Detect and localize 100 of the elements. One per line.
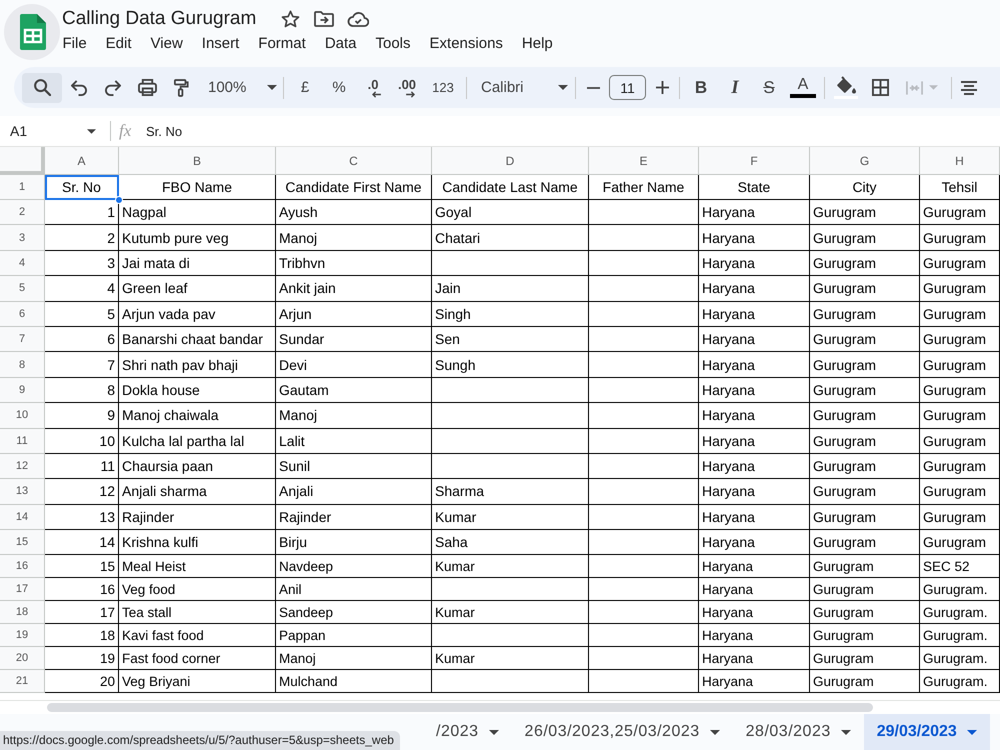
table-cell: Gurugram	[920, 225, 1000, 251]
menu-item[interactable]: Data	[315, 34, 366, 54]
table-cell: Gurugram	[810, 647, 920, 670]
row-number[interactable]: 7	[0, 326, 45, 352]
row-number[interactable]: 11	[0, 428, 45, 454]
row-number[interactable]: 20	[0, 647, 45, 670]
row-number[interactable]: 4	[0, 250, 45, 276]
table-cell: Gurugram	[810, 601, 920, 624]
table-cell: 11	[45, 454, 119, 480]
row-number[interactable]: 14	[0, 504, 45, 530]
table-cell: 19	[45, 647, 119, 670]
table-cell: Goyal	[432, 200, 589, 226]
table-cell: Gurugram	[810, 479, 920, 505]
name-box[interactable]: A1	[0, 118, 104, 144]
menu-item[interactable]: Insert	[192, 34, 249, 54]
column-header[interactable]: G	[810, 147, 920, 175]
strikethrough-button[interactable]: S	[752, 72, 786, 102]
row-number[interactable]: 12	[0, 454, 45, 480]
row-number[interactable]: 17	[0, 578, 45, 602]
percent-button[interactable]: %	[322, 72, 356, 102]
table-cell: Haryana	[699, 200, 810, 226]
sheet-tab[interactable]: 29/03/2023	[864, 714, 990, 750]
row-number[interactable]: 1	[0, 175, 45, 200]
italic-button[interactable]: I	[718, 72, 752, 102]
table-cell: Sen	[432, 326, 589, 352]
table-cell: Haryana	[699, 454, 810, 480]
table-cell: Manoj	[276, 225, 432, 251]
table-cell: Kumar	[432, 647, 589, 670]
row-number[interactable]: 2	[0, 200, 45, 226]
scrollbar-thumb[interactable]	[47, 703, 873, 712]
zoom-select[interactable]: 100%	[198, 72, 279, 102]
document-title[interactable]: Calling Data Gurugram	[62, 7, 256, 31]
bold-button[interactable]: B	[684, 72, 718, 102]
table-cell: Gurugram.	[920, 624, 1000, 648]
row-number[interactable]: 18	[0, 601, 45, 624]
table-cell: Haryana	[699, 647, 810, 670]
caret-icon	[966, 730, 977, 734]
table-cell: Mulchand	[276, 670, 432, 694]
fill-handle-icon[interactable]	[115, 196, 123, 204]
column-header[interactable]: F	[699, 147, 810, 175]
table-cell: Gurugram.	[920, 647, 1000, 670]
column-header[interactable]: H	[920, 147, 1000, 175]
sheet-tab[interactable]: 28/03/2023	[732, 714, 864, 750]
sheet-tab[interactable]: /2023	[423, 714, 512, 750]
table-cell: Gurugram.	[920, 601, 1000, 624]
column-title: Candidate First Name	[276, 175, 432, 200]
table-cell: Gurugram	[810, 250, 920, 276]
table-cell: Kumar	[432, 601, 589, 624]
menu-item[interactable]: Format	[248, 34, 316, 54]
table-cell: Gurugram	[810, 454, 920, 480]
formula-field[interactable]: Sr. No	[146, 124, 1000, 138]
currency-button[interactable]: £	[288, 72, 322, 102]
row-number[interactable]: 3	[0, 225, 45, 251]
row-number[interactable]: 10	[0, 403, 45, 429]
menu-item[interactable]: Extensions	[420, 34, 512, 54]
column-header[interactable]: A	[45, 147, 119, 175]
spreadsheet-logo-icon[interactable]	[4, 4, 60, 60]
table-cell: Chaursia paan	[119, 454, 276, 480]
row-number[interactable]: 16	[0, 555, 45, 578]
plus-icon	[656, 81, 668, 94]
menu-item[interactable]: Edit	[96, 34, 142, 54]
table-cell: Haryana	[699, 555, 810, 578]
column-header[interactable]: E	[589, 147, 699, 175]
table-cell: Arjun vada pav	[119, 302, 276, 327]
font-select[interactable]: Calibri	[471, 72, 571, 102]
column-header[interactable]: C	[276, 147, 432, 175]
text-color-button[interactable]: A	[786, 72, 820, 102]
row-number[interactable]: 9	[0, 378, 45, 404]
row-number[interactable]: 8	[0, 352, 45, 378]
row-number[interactable]: 13	[0, 479, 45, 505]
print-icon	[138, 79, 156, 96]
menu-item[interactable]: View	[141, 34, 192, 54]
column-header[interactable]: D	[432, 147, 589, 175]
row-number[interactable]: 15	[0, 530, 45, 556]
increase-decimal-button[interactable]: .00	[390, 72, 424, 102]
column-title: City	[810, 175, 920, 200]
table-cell: 8	[45, 378, 119, 404]
sheet-tab[interactable]: 26/03/2023,25/03/2023	[512, 714, 733, 750]
table-cell: Haryana	[699, 504, 810, 530]
merge-icon	[906, 80, 923, 96]
table-cell: Kumar	[432, 504, 589, 530]
table-cell: Gurugram	[920, 302, 1000, 327]
menu-item[interactable]: Help	[512, 34, 562, 54]
table-cell: Saha	[432, 530, 589, 556]
table-cell: Shri nath pav bhaji	[119, 352, 276, 378]
row-number[interactable]: 21	[0, 670, 45, 694]
menu-item[interactable]: File	[53, 34, 96, 54]
column-header[interactable]: B	[119, 147, 276, 175]
decrease-decimal-button[interactable]: .0	[356, 72, 390, 102]
table-cell: Anil	[276, 578, 432, 602]
menu-item[interactable]: Tools	[366, 34, 420, 54]
row-number[interactable]: 5	[0, 276, 45, 302]
search-button[interactable]	[22, 72, 62, 102]
caret-icon	[840, 730, 851, 734]
row-number[interactable]: 19	[0, 624, 45, 648]
row-number[interactable]: 6	[0, 302, 45, 327]
align-center-icon	[960, 80, 978, 94]
table-cell: Kulcha lal partha lal	[119, 428, 276, 454]
number-format-button[interactable]: 123	[424, 72, 462, 102]
font-size-field[interactable]: 11	[609, 75, 646, 100]
